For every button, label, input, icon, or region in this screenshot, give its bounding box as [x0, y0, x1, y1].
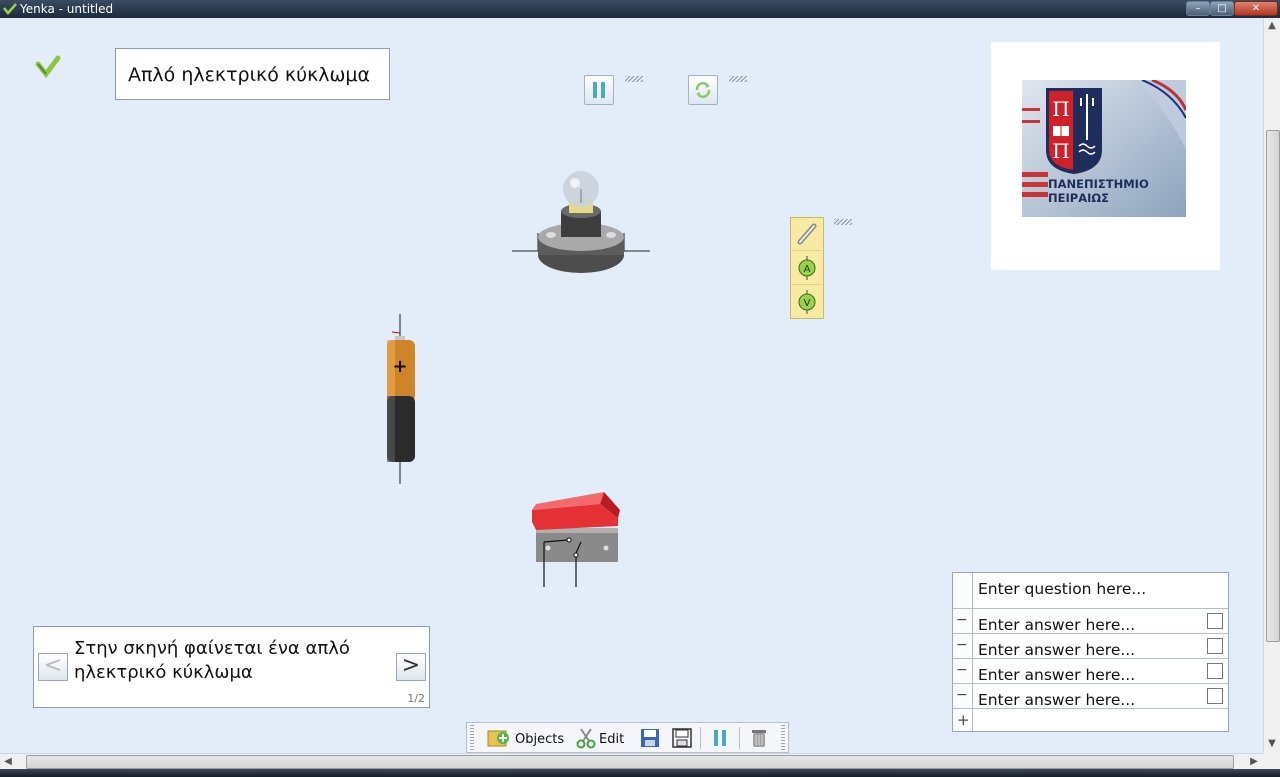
wire-icon [797, 223, 817, 245]
voltmeter-tool[interactable]: V [792, 286, 822, 318]
answer-checkbox[interactable] [1207, 688, 1223, 704]
battery-component[interactable]: + [380, 314, 422, 486]
window-title: Yenka - untitled [20, 2, 114, 16]
ammeter-tool[interactable]: A [792, 252, 822, 285]
page-indicator: 1/2 [407, 692, 425, 705]
caption-text[interactable]: Στην σκηνή φαίνεται ένα απλό ηλεκτρικό κ… [74, 637, 394, 685]
answer-checkbox[interactable] [1207, 613, 1223, 629]
next-page-button[interactable]: > [396, 653, 426, 681]
scrollbar-corner [1263, 753, 1280, 769]
remove-answer-button[interactable]: − [956, 612, 968, 628]
taskbar [0, 769, 1280, 777]
objects-icon[interactable] [487, 728, 511, 748]
university-of-piraeus-logo: Π Π ΠΑΝΕΠΙΣΤΗΜΙΟ ΠΕΙΡΑΙΩΣ [1022, 80, 1186, 217]
toolbar-grip-left[interactable] [470, 725, 474, 750]
toolbar-grip-right[interactable] [781, 725, 785, 750]
pause-button-grip[interactable] [625, 76, 643, 82]
previous-page-button[interactable]: < [38, 653, 68, 681]
university-logo-panel: Π Π ΠΑΝΕΠΙΣΤΗΜΙΟ ΠΕΙΡΑΙΩΣ [991, 42, 1220, 270]
window-title-bar: Yenka - untitled – □ ✕ [0, 0, 1280, 18]
scene-title[interactable]: Απλό ηλεκτρικό κύκλωμα [115, 48, 390, 100]
meters-palette-grip[interactable] [834, 219, 852, 225]
quiz-panel: Enter question here... − Enter answer he… [952, 572, 1229, 732]
maximize-button[interactable]: □ [1210, 1, 1234, 16]
svg-text:Π: Π [1052, 97, 1069, 121]
answer-checkbox[interactable] [1207, 663, 1223, 679]
remove-answer-button[interactable]: − [956, 687, 968, 703]
answer-input[interactable]: Enter answer here... [978, 666, 1135, 684]
answer-input[interactable]: Enter answer here... [978, 691, 1135, 709]
pause-icon [593, 82, 605, 98]
remove-answer-button[interactable]: − [956, 662, 968, 678]
chevron-left-icon: < [43, 653, 63, 678]
voltmeter-icon: V [798, 290, 816, 314]
vertical-scrollbar[interactable]: ▲ ▼ [1263, 18, 1280, 753]
close-button[interactable]: ✕ [1234, 1, 1278, 16]
pause-icon[interactable] [709, 727, 731, 749]
horizontal-scrollbar[interactable]: ◀ ▶ [0, 753, 1263, 769]
ammeter-label: A [804, 264, 811, 275]
answer-row: − Enter answer here... [953, 633, 1228, 659]
answer-checkbox[interactable] [1207, 638, 1223, 654]
toolbar-separator [700, 727, 701, 749]
add-answer-button[interactable]: + [957, 711, 970, 729]
logo-line-1: ΠΑΝΕΠΙΣΤΗΜΙΟ [1048, 177, 1149, 191]
trash-icon[interactable] [748, 727, 770, 749]
scroll-right-arrow-icon[interactable]: ▶ [1246, 754, 1262, 769]
save-icon[interactable] [639, 727, 661, 749]
scroll-up-arrow-icon[interactable]: ▲ [1264, 18, 1280, 34]
scissors-icon[interactable] [575, 727, 597, 749]
answer-row: − Enter answer here... [953, 683, 1228, 709]
reset-button-grip[interactable] [729, 76, 747, 82]
minimize-button[interactable]: – [1186, 1, 1210, 16]
logo-line-2: ΠΕΙΡΑΙΩΣ [1048, 191, 1109, 205]
caption-box: < Στην σκηνή φαίνεται ένα απλό ηλεκτρικό… [33, 626, 430, 708]
remove-answer-button[interactable]: − [956, 637, 968, 653]
answer-row: − Enter answer here... [953, 608, 1228, 634]
horizontal-scroll-thumb[interactable] [26, 755, 1234, 769]
objects-label[interactable]: Objects [515, 732, 564, 747]
edit-label[interactable]: Edit [599, 732, 624, 747]
answer-row: − Enter answer here... [953, 658, 1228, 684]
refresh-icon [695, 82, 711, 98]
ammeter-icon: A [798, 256, 816, 280]
scroll-down-arrow-icon[interactable]: ▼ [1264, 736, 1280, 752]
vertical-scroll-thumb[interactable] [1266, 130, 1280, 642]
answer-input[interactable]: Enter answer here... [978, 641, 1135, 659]
voltmeter-label: V [804, 298, 811, 309]
bottom-toolbar: Objects Edit [466, 722, 789, 753]
toolbar-separator [739, 727, 740, 749]
question-row: Enter question here... [953, 573, 1228, 609]
battery-plus-label: + [392, 356, 407, 377]
yenka-app-icon [3, 3, 17, 15]
wire-tool[interactable] [792, 218, 822, 251]
scroll-left-arrow-icon[interactable]: ◀ [0, 754, 16, 769]
light-bulb-component[interactable] [510, 165, 652, 277]
answer-input[interactable]: Enter answer here... [978, 616, 1135, 634]
svg-text:Π: Π [1052, 139, 1069, 163]
pause-button[interactable] [584, 75, 614, 105]
switch-component[interactable] [528, 490, 622, 590]
yenka-corner-logo-icon [35, 55, 61, 79]
save-as-icon[interactable] [671, 727, 693, 749]
meters-palette: A V [790, 217, 824, 319]
question-input[interactable]: Enter question here... [978, 580, 1146, 598]
chevron-right-icon: > [401, 653, 421, 678]
reset-button[interactable] [688, 75, 718, 105]
